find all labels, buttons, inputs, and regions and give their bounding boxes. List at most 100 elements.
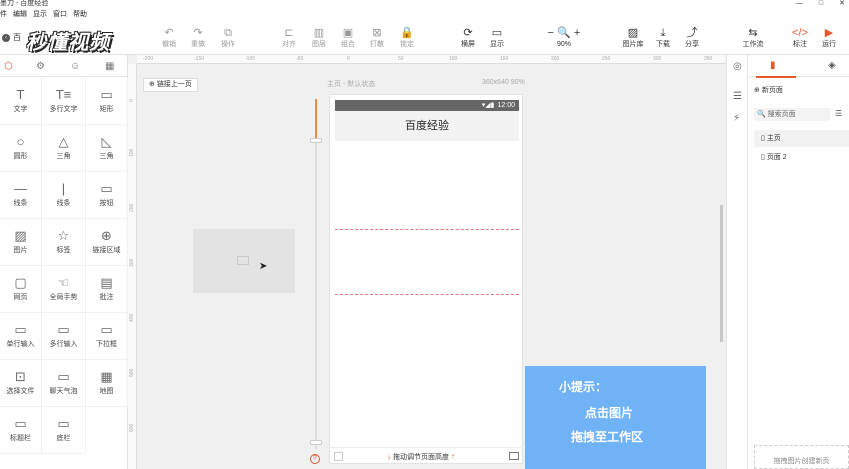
widget-item[interactable]: ◺ 三角: [86, 125, 128, 172]
widget-icon: ▤: [100, 275, 113, 290]
background-image-icon[interactable]: [509, 452, 519, 460]
undo-button[interactable]: ↶ 撤销: [154, 26, 184, 50]
annotate-button[interactable]: </> 标注: [785, 26, 815, 50]
menu-window[interactable]: 窗口: [53, 8, 67, 22]
run-button[interactable]: ▶ 运行: [814, 26, 844, 50]
widget-item[interactable]: — 线条: [0, 172, 42, 219]
tip-title: 小提示：: [559, 380, 608, 394]
page-height-adjuster[interactable]: ↓ 拖动调节页面高度 ↑: [330, 447, 524, 465]
widget-icon: ▢: [14, 275, 27, 290]
widget-item[interactable]: ▤ 批注: [86, 266, 128, 313]
widget-item[interactable]: | 线条: [42, 172, 86, 219]
widget-icon: ▭: [57, 369, 70, 384]
widget-icon: △: [58, 134, 69, 149]
ungroup-button[interactable]: ⊠ 打散: [362, 26, 392, 50]
widget-item[interactable]: T 文字: [0, 78, 42, 125]
widget-item[interactable]: ▭ 单行输入: [0, 313, 42, 360]
close-button[interactable]: ✕: [839, 0, 845, 8]
landscape-button[interactable]: ⟳ 横屏: [453, 26, 483, 50]
group-button[interactable]: ▣ 组合: [333, 26, 363, 50]
workflow-button[interactable]: ⇆ 工作流: [738, 26, 768, 50]
tab-components[interactable]: ⚙: [36, 61, 45, 72]
help-icon[interactable]: ?: [310, 454, 320, 464]
widget-label: 标签: [56, 247, 71, 254]
maximize-button[interactable]: □: [819, 0, 823, 8]
ruler-tick-label: -150: [194, 56, 205, 62]
layers-tab-icon[interactable]: ◈: [828, 60, 836, 71]
widget-item[interactable]: ▭ 标题栏: [0, 407, 42, 454]
list-view-icon[interactable]: ☰: [835, 109, 842, 118]
widget-icon: ▭: [100, 87, 113, 102]
widget-item[interactable]: ⊕ 链接区域: [86, 219, 128, 266]
link-previous-page-button[interactable]: ⊕ 链接上一页: [143, 78, 198, 92]
widget-item[interactable]: ▨ 图片: [0, 219, 42, 266]
zoom-control[interactable]: − 🔍 +90%: [538, 26, 590, 50]
title-bar: 墨刀 - 百度经验 — □ ✕: [0, 0, 849, 8]
status-bar: ▾◢▮ 12:00: [335, 100, 519, 111]
widget-tabs: ⬡ ⚙ ☺ ▦: [0, 55, 127, 77]
widget-item[interactable]: ▭ 矩形: [86, 78, 128, 125]
widget-item[interactable]: ○ 圆形: [0, 125, 42, 172]
widget-item[interactable]: ▭ 聊天气泡: [42, 360, 86, 407]
widget-item[interactable]: T≡ 多行文字: [42, 78, 86, 125]
tab-icons[interactable]: ☺: [70, 61, 80, 72]
phone-frame[interactable]: ▾◢▮ 12:00 百度经验 ↓ 拖动调节页面高度 ↑: [329, 94, 524, 465]
canvas[interactable]: ⊕ 链接上一页 ➤ 主页 - 默认状态 360x640 90% ? ▾◢▮ 12:…: [137, 64, 725, 469]
document-name: 百: [13, 33, 21, 42]
page-item-home[interactable]: ▯ 主页: [754, 130, 849, 147]
drop-image-zone[interactable]: 拖拽图片创建新页: [754, 445, 849, 469]
widget-icon: ▭: [14, 416, 27, 431]
redo-button[interactable]: ↷ 重做: [183, 26, 213, 50]
widget-item[interactable]: ☆ 标签: [42, 219, 86, 266]
widget-label: 全局手势: [49, 294, 78, 301]
widget-item[interactable]: ☜ 全局手势: [42, 266, 86, 313]
tab-basic-widgets[interactable]: ⬡: [4, 61, 13, 72]
page-title[interactable]: 百度经验: [335, 111, 519, 141]
widget-icon: ▭: [57, 322, 70, 337]
back-icon[interactable]: ‹: [2, 34, 10, 42]
toggle-checkbox[interactable]: [334, 452, 343, 461]
properties-icon[interactable]: ☰: [733, 91, 742, 102]
menu-view[interactable]: 显示: [33, 8, 47, 22]
fold-line: [335, 294, 519, 295]
minimize-button[interactable]: —: [796, 0, 803, 8]
lock-button[interactable]: 🔒 锁定: [392, 26, 422, 50]
widget-item[interactable]: ▭ 下拉框: [86, 313, 128, 360]
interaction-bolt-icon[interactable]: ⚡: [733, 113, 740, 124]
vertical-scrollbar[interactable]: [720, 205, 723, 342]
widget-item[interactable]: ⊡ 选择文件: [0, 360, 42, 407]
widget-item[interactable]: ▭ 多行输入: [42, 313, 86, 360]
slider-handle-top[interactable]: [310, 138, 322, 143]
play-icon: ▶: [824, 27, 834, 39]
operation-button[interactable]: ⧉ 操作: [213, 26, 243, 50]
menu-edit[interactable]: 编辑: [13, 8, 27, 22]
align-button[interactable]: ⊏ 对齐: [274, 26, 304, 50]
dragged-image-placeholder[interactable]: [193, 229, 295, 293]
share-button[interactable]: ⤴ 分享: [677, 26, 707, 50]
tab-layout[interactable]: ▦: [105, 61, 114, 72]
new-page-button[interactable]: ⊕ 新页面: [754, 85, 783, 95]
zoom-icon[interactable]: − 🔍 +: [538, 26, 590, 40]
page-size-label: 360x640 90%: [482, 79, 525, 86]
widget-item[interactable]: ▢ 网页: [0, 266, 42, 313]
code-icon: </>: [792, 27, 808, 39]
settings-circle-icon[interactable]: ◎: [733, 61, 742, 72]
menu-help[interactable]: 帮助: [73, 8, 87, 22]
widget-item[interactable]: ▭ 底栏: [42, 407, 86, 454]
image-icon: ▨: [627, 27, 639, 39]
page-item-page-2[interactable]: ▯ 页面 2: [754, 149, 849, 166]
widget-item[interactable]: △ 三角: [42, 125, 86, 172]
search-pages-input[interactable]: 🔍 搜索页面: [754, 108, 830, 121]
widget-item[interactable]: ▦ 地图: [86, 360, 128, 407]
pages-tab-icon[interactable]: ▮: [770, 60, 776, 71]
page-body[interactable]: [335, 141, 519, 445]
widget-item[interactable]: ▭ 按钮: [86, 172, 128, 219]
vertical-ruler: 0100200300400500600700: [128, 64, 137, 469]
display-button[interactable]: ▭ 显示: [482, 26, 512, 50]
download-button[interactable]: ⤓ 下载: [648, 26, 678, 50]
menu-file[interactable]: 件: [0, 8, 7, 22]
image-library-button[interactable]: ▨ 图片库: [618, 26, 648, 50]
slider-handle-bottom[interactable]: [310, 440, 322, 445]
page-height-slider-track[interactable]: [315, 99, 317, 449]
layer-button[interactable]: ▥ 图层: [304, 26, 334, 50]
